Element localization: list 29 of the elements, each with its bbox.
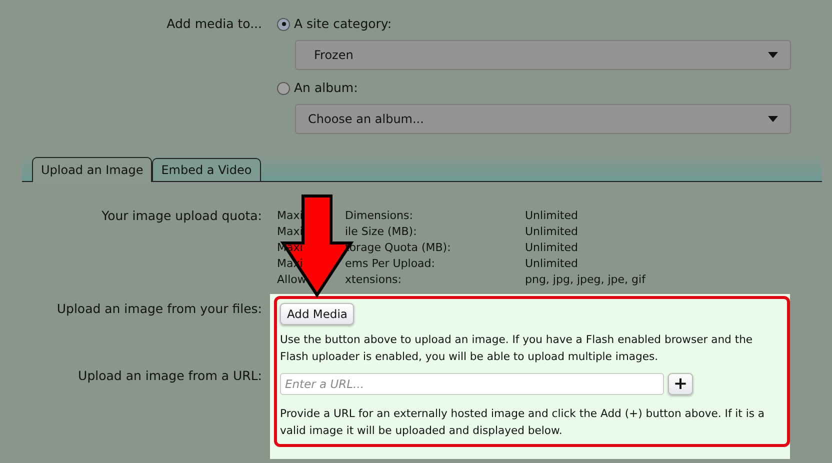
quota-name: Allow	[277, 272, 306, 288]
quota-value: Unlimited	[525, 256, 578, 272]
field-label: Upload an image from a URL:	[78, 368, 262, 384]
quota-value: Unlimited	[525, 208, 578, 224]
quota-name: xtensions:	[345, 272, 402, 288]
caret-icon	[768, 116, 778, 122]
radio-button[interactable]	[277, 18, 290, 30]
radio-label: An album:	[294, 80, 358, 96]
help-text: Use the button above to upload an image. If you have a Flash enabled browser and the Flash uploader is enabled, you will be able to upload multiple images.	[280, 332, 754, 365]
quota-name: ems Per Upload:	[345, 256, 435, 272]
dropdown[interactable]: Choose an album...	[295, 104, 791, 134]
quota-name: Dimensions:	[345, 208, 413, 224]
radio-label: A site category:	[294, 16, 392, 32]
quota-name: ile Size (MB):	[345, 224, 417, 240]
quota-value: Unlimited	[525, 224, 578, 240]
tab[interactable]: Embed a Video	[152, 158, 261, 181]
dropdown[interactable]: Frozen	[295, 40, 791, 70]
caret-icon	[768, 52, 778, 58]
quota-value: png, jpg, jpeg, jpe, gif	[525, 272, 646, 288]
quota-value: Unlimited	[525, 240, 578, 256]
add-media-button[interactable]: Add Media	[280, 303, 354, 325]
field-label: Your image upload quota:	[100, 208, 262, 225]
url-field[interactable]: Enter a URL...	[280, 373, 664, 395]
add-url-button[interactable]: +	[668, 373, 693, 395]
field-label: Add media to...	[166, 16, 262, 33]
help-text: Provide a URL for an externally hosted image and click the Add (+) button above. If it is a valid image it will be uploaded and displayed below.	[280, 406, 766, 439]
tab[interactable]: Upload an Image	[32, 157, 152, 182]
radio-button[interactable]	[277, 82, 290, 94]
field-label: Upload an image from your files:	[56, 301, 262, 317]
